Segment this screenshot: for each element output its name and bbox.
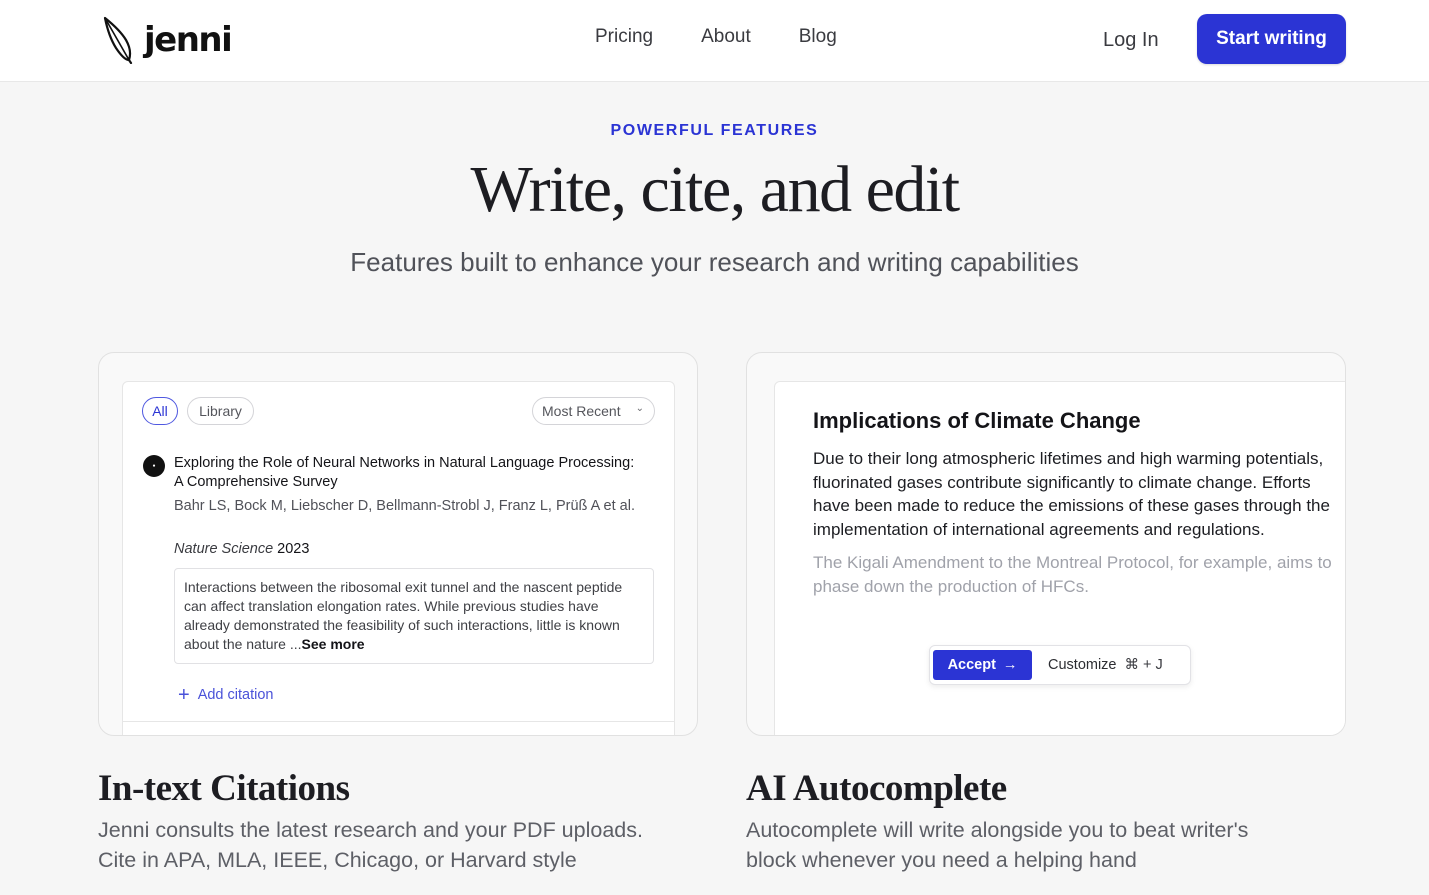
- section-eyebrow: POWERFUL FEATURES: [610, 122, 819, 139]
- nav-about[interactable]: About: [701, 24, 751, 50]
- feature-title-citations: In-text Citations: [98, 768, 350, 809]
- add-citation-button[interactable]: + Add citation: [178, 684, 274, 706]
- desc-line: block whenever you need a helping hand: [746, 848, 1137, 872]
- autocomplete-suggestion: The Kigali Amendment to the Montreal Pro…: [813, 551, 1345, 598]
- feature-title-autocomplete: AI Autocomplete: [746, 768, 1007, 809]
- journal-icon: ●: [143, 455, 165, 477]
- nav-blog[interactable]: Blog: [799, 24, 837, 50]
- accept-label: Accept: [947, 657, 996, 673]
- feature-desc-citations: Jenni consults the latest research and y…: [98, 815, 698, 875]
- desc-line: Autocomplete will write alongside you to…: [746, 818, 1249, 842]
- body-line: have been made to reduce the emissions o…: [813, 496, 1330, 515]
- paper-authors: Bahr LS, Bock M, Liebscher D, Bellmann-S…: [174, 498, 635, 514]
- paper-venue: Nature Science 2023: [174, 540, 309, 559]
- arrow-right-icon: →: [1002, 657, 1018, 673]
- sort-label: Most Recent: [542, 403, 621, 419]
- logo-link[interactable]: jenni: [102, 15, 233, 65]
- filter-library-chip[interactable]: Library: [187, 397, 254, 425]
- paper-title[interactable]: Exploring the Role of Neural Networks in…: [174, 454, 644, 492]
- abstract-text: Interactions between the ribosomal exit …: [184, 579, 623, 652]
- citations-panel: All Library Most Recent ⌄ ● Exploring th…: [122, 381, 675, 735]
- citations-demo-card: All Library Most Recent ⌄ ● Exploring th…: [98, 352, 698, 736]
- body-line: implementation of international agreemen…: [813, 519, 1265, 539]
- feather-logo-icon: [103, 16, 133, 64]
- plus-icon: +: [178, 684, 190, 706]
- paper-year: 2023: [277, 541, 310, 557]
- start-writing-button[interactable]: Start writing: [1197, 14, 1346, 64]
- paper-abstract: Interactions between the ribosomal exit …: [174, 568, 654, 664]
- document-body[interactable]: Due to their long atmospheric lifetimes …: [813, 447, 1345, 541]
- filter-all-chip[interactable]: All: [142, 397, 178, 425]
- main-nav: Pricing About Blog: [595, 24, 837, 50]
- logo-text: jenni: [144, 20, 233, 60]
- suggestion-line: The Kigali Amendment to the Montreal Pro…: [813, 553, 1332, 572]
- keyboard-shortcut: ⌘ + J: [1124, 657, 1163, 673]
- editor-panel: Implications of Climate Change Due to th…: [774, 381, 1345, 735]
- hero-subtitle: Features built to enhance your research …: [350, 247, 1079, 277]
- sort-select[interactable]: Most Recent ⌄: [532, 397, 655, 425]
- body-line: fluorinated gases contribute significant…: [813, 472, 1311, 492]
- body-line: Due to their long atmospheric lifetimes …: [813, 449, 1324, 468]
- see-more-link[interactable]: See more: [302, 636, 365, 652]
- desc-line: Cite in APA, MLA, IEEE, Chicago, or Harv…: [98, 848, 577, 872]
- desc-line: Jenni consults the latest research and y…: [98, 818, 643, 842]
- divider: [123, 721, 674, 722]
- suggestion-line: phase down the production of HFCs.: [813, 576, 1089, 596]
- paper-journal: Nature Science: [174, 541, 274, 557]
- login-link[interactable]: Log In: [1103, 27, 1159, 53]
- suggestion-toolbar: Accept → Customize ⌘ + J: [929, 645, 1191, 685]
- feature-desc-autocomplete: Autocomplete will write alongside you to…: [746, 815, 1346, 875]
- site-header: jenni Pricing About Blog Log In Start wr…: [0, 0, 1429, 82]
- hero-title: Write, cite, and edit: [470, 153, 960, 226]
- accept-button[interactable]: Accept →: [933, 650, 1032, 680]
- customize-button[interactable]: Customize ⌘ + J: [1048, 650, 1163, 680]
- customize-label: Customize: [1048, 657, 1117, 673]
- autocomplete-demo-card: Implications of Climate Change Due to th…: [746, 352, 1346, 736]
- document-heading: Implications of Climate Change: [813, 408, 1141, 433]
- nav-pricing[interactable]: Pricing: [595, 24, 653, 50]
- add-citation-label: Add citation: [197, 687, 274, 703]
- chevron-down-icon: ⌄: [635, 403, 644, 414]
